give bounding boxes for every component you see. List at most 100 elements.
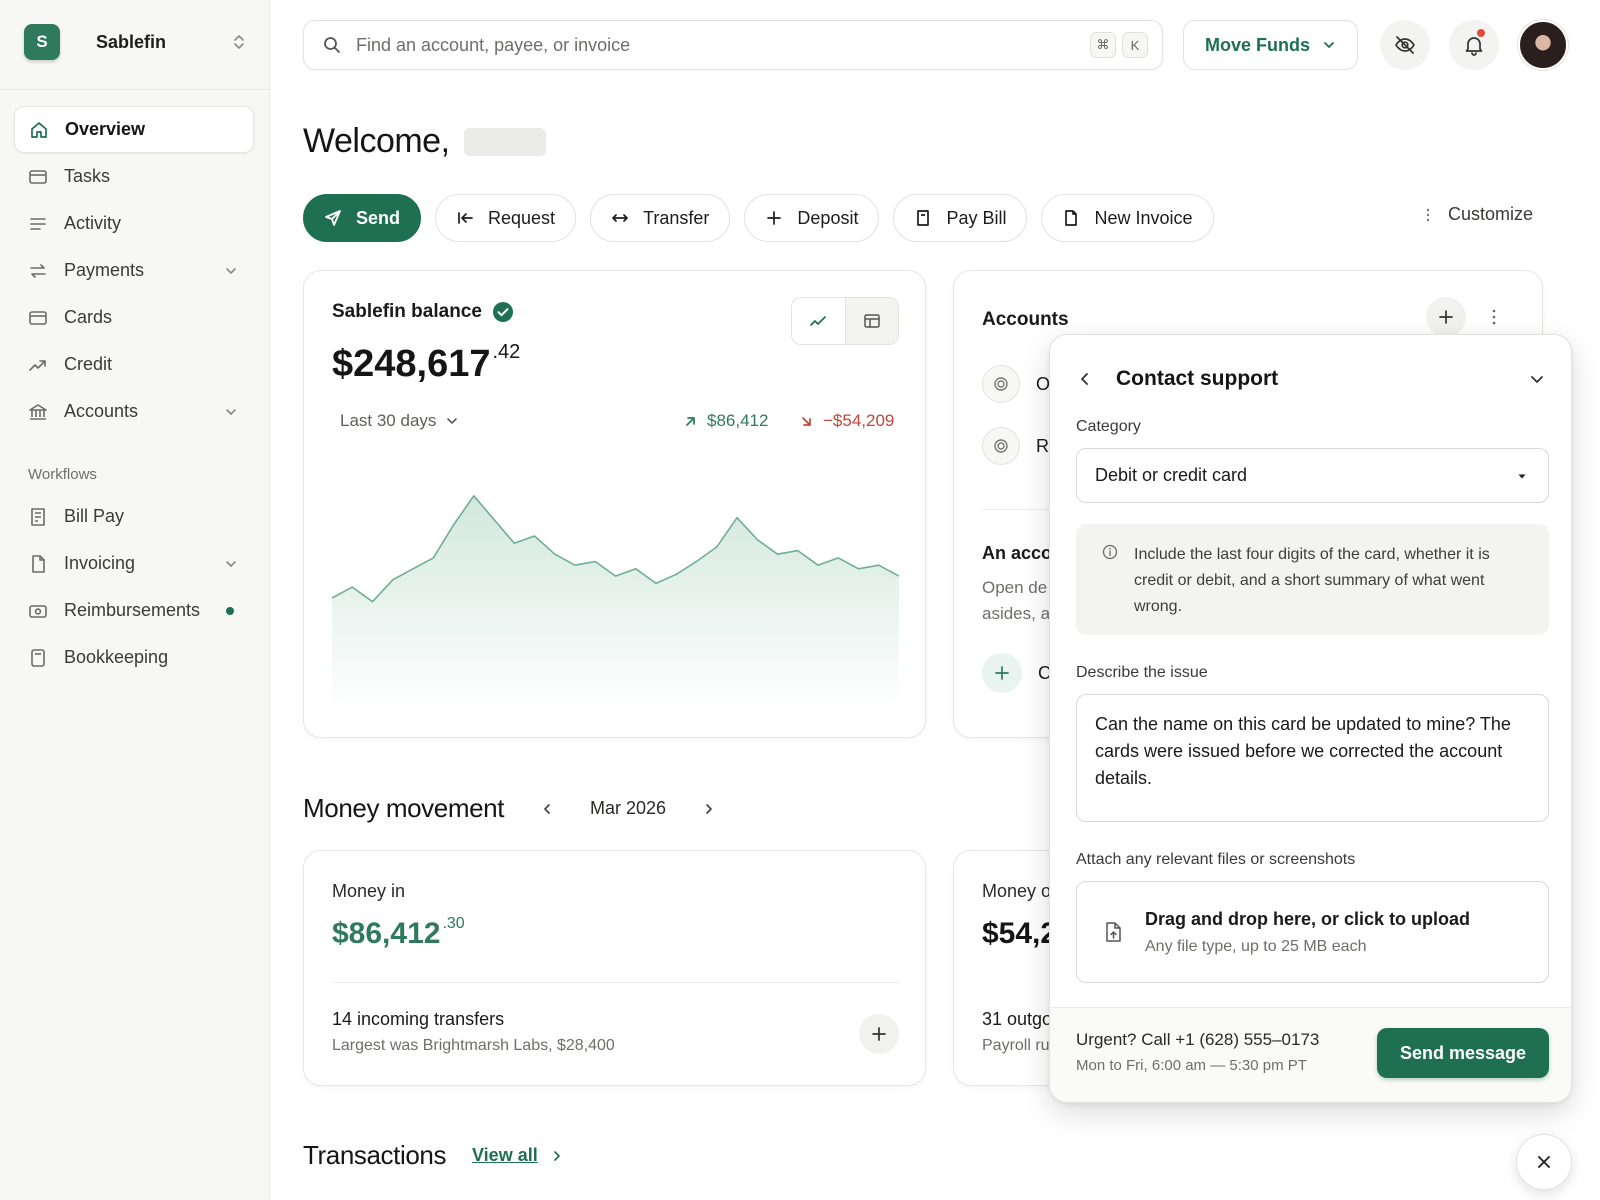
arrow-up-right-icon xyxy=(684,415,697,428)
sidebar-item-label: Bill Pay xyxy=(64,506,125,526)
new-invoice-button[interactable]: New Invoice xyxy=(1041,194,1214,242)
file-upload-dropzone[interactable]: Drag and drop here, or click to upload A… xyxy=(1076,881,1549,983)
notification-dot xyxy=(1477,29,1485,37)
bank-icon xyxy=(28,402,48,422)
inflow-value: $86,412 xyxy=(707,411,769,430)
move-funds-button[interactable]: Move Funds xyxy=(1183,20,1358,70)
redacted-user-name xyxy=(463,127,546,156)
sidebar-item-label: Tasks xyxy=(64,166,111,186)
view-all-transactions-link[interactable]: View all xyxy=(472,1145,564,1166)
chevron-down-icon xyxy=(224,557,238,571)
request-arrow-icon xyxy=(456,209,474,227)
customize-button[interactable]: Customize xyxy=(1420,204,1533,225)
month-label: Mar 2026 xyxy=(590,798,667,818)
chart-area xyxy=(332,495,899,711)
add-account-button[interactable] xyxy=(1426,297,1466,337)
sidebar-item-payments[interactable]: Payments xyxy=(14,247,254,294)
search-input[interactable] xyxy=(356,34,1090,56)
money-movement-title: Money movement xyxy=(303,793,505,823)
create-account-button[interactable] xyxy=(982,653,1022,693)
line-chart-view-button[interactable] xyxy=(792,298,846,344)
upload-texts: Drag and drop here, or click to upload A… xyxy=(1145,909,1470,956)
period-selector[interactable]: Last 30 days xyxy=(340,411,458,431)
chevron-left-icon[interactable] xyxy=(1076,370,1094,388)
expand-money-in-button[interactable] xyxy=(859,1014,899,1054)
plus-icon xyxy=(765,209,783,227)
target-icon xyxy=(993,438,1009,454)
balance-card: Sablefin balance $248,617.42 Last 30 day… xyxy=(303,270,926,738)
chevron-down-icon[interactable] xyxy=(1528,370,1546,388)
more-vertical-icon[interactable] xyxy=(1484,307,1504,327)
bell-icon xyxy=(1463,34,1485,56)
category-hint-text: Include the last four digits of the card… xyxy=(1134,546,1490,615)
account-row-label: R xyxy=(1036,435,1049,456)
request-button[interactable]: Request xyxy=(435,194,577,242)
sidebar-item-activity[interactable]: Activity xyxy=(14,200,254,247)
table-icon xyxy=(862,311,882,331)
line-chart-icon xyxy=(808,311,828,331)
plus-icon xyxy=(993,664,1011,682)
sidebar-item-tasks[interactable]: Tasks xyxy=(14,153,254,200)
home-icon xyxy=(29,120,49,140)
sidebar-item-cards[interactable]: Cards xyxy=(14,294,254,341)
welcome-heading: Welcome, xyxy=(303,122,546,161)
transfer-label: Transfer xyxy=(643,207,710,228)
sidebar-item-label: Activity xyxy=(64,213,122,233)
category-hint: Include the last four digits of the card… xyxy=(1076,524,1549,635)
sidebar-item-accounts[interactable]: Accounts xyxy=(14,388,254,435)
payments-arrows-icon xyxy=(28,261,48,281)
money-out-label: Money o xyxy=(982,881,1052,901)
pay-bill-button[interactable]: Pay Bill xyxy=(893,194,1028,242)
avatar[interactable] xyxy=(1518,20,1568,70)
attach-label: Attach any relevant files or screenshots xyxy=(1076,851,1356,868)
month-navigator: Mar 2026 xyxy=(540,798,716,819)
search-bar[interactable]: ⌘ K xyxy=(303,20,1163,70)
notifications-button[interactable] xyxy=(1449,20,1499,70)
account-icon xyxy=(982,365,1020,403)
send-message-button[interactable]: Send message xyxy=(1377,1028,1549,1078)
upload-title: Drag and drop here, or click to upload xyxy=(1145,908,1471,929)
table-view-button[interactable] xyxy=(845,298,898,344)
more-vertical-icon xyxy=(1420,207,1436,223)
sidebar-item-reimbursements[interactable]: Reimbursements xyxy=(14,587,254,634)
sidebar-item-bookkeeping[interactable]: Bookkeeping xyxy=(14,634,254,681)
describe-label: Describe the issue xyxy=(1076,664,1208,681)
caret-down-icon xyxy=(1516,470,1528,482)
close-support-button[interactable] xyxy=(1516,1134,1572,1190)
send-label: Send xyxy=(356,207,401,228)
org-name: Sablefin xyxy=(96,31,167,52)
workflows-heading: Workflows xyxy=(28,466,97,483)
balance-amount-main: $248,617 xyxy=(332,343,491,385)
sidebar-item-invoicing[interactable]: Invoicing xyxy=(14,540,254,587)
sidebar-item-bill-pay[interactable]: Bill Pay xyxy=(14,493,254,540)
sidebar-item-credit[interactable]: Credit xyxy=(14,341,254,388)
deposit-button[interactable]: Deposit xyxy=(744,194,880,242)
send-button[interactable]: Send xyxy=(303,194,422,242)
chevron-left-icon[interactable] xyxy=(540,802,554,816)
chart-view-toggle xyxy=(791,297,899,345)
outgoing-transfers-detail: Payroll ru xyxy=(982,1037,1050,1054)
balance-amount: $248,617.42 xyxy=(332,341,520,386)
category-select[interactable]: Debit or credit card xyxy=(1076,448,1549,503)
money-out-amount: $54,2 xyxy=(982,917,1058,950)
verified-check-icon xyxy=(492,301,514,323)
sidebar-item-label: Accounts xyxy=(64,401,139,421)
money-in-divider xyxy=(332,982,899,983)
sidebar-item-overview[interactable]: Overview xyxy=(14,106,254,153)
chevron-right-icon[interactable] xyxy=(702,802,716,816)
hide-balances-button[interactable] xyxy=(1380,20,1430,70)
new-invoice-label: New Invoice xyxy=(1094,207,1193,228)
eye-off-icon xyxy=(1394,34,1416,56)
transfer-button[interactable]: Transfer xyxy=(590,194,731,242)
account-row[interactable]: R xyxy=(982,427,1049,465)
tasks-icon xyxy=(28,167,48,187)
money-in-card: Money in $86,412.30 14 incoming transfer… xyxy=(303,850,926,1086)
sidebar-divider xyxy=(0,89,269,90)
money-in-amount-cents: .30 xyxy=(442,915,465,932)
describe-issue-textarea[interactable]: Can the name on this card be updated to … xyxy=(1076,694,1549,822)
document-icon xyxy=(28,554,48,574)
org-switcher[interactable]: S Sablefin xyxy=(24,24,246,60)
account-row[interactable]: O xyxy=(982,365,1050,403)
contact-support-panel: Contact support Category Debit or credit… xyxy=(1049,334,1572,1103)
welcome-text: Welcome, xyxy=(303,122,450,160)
